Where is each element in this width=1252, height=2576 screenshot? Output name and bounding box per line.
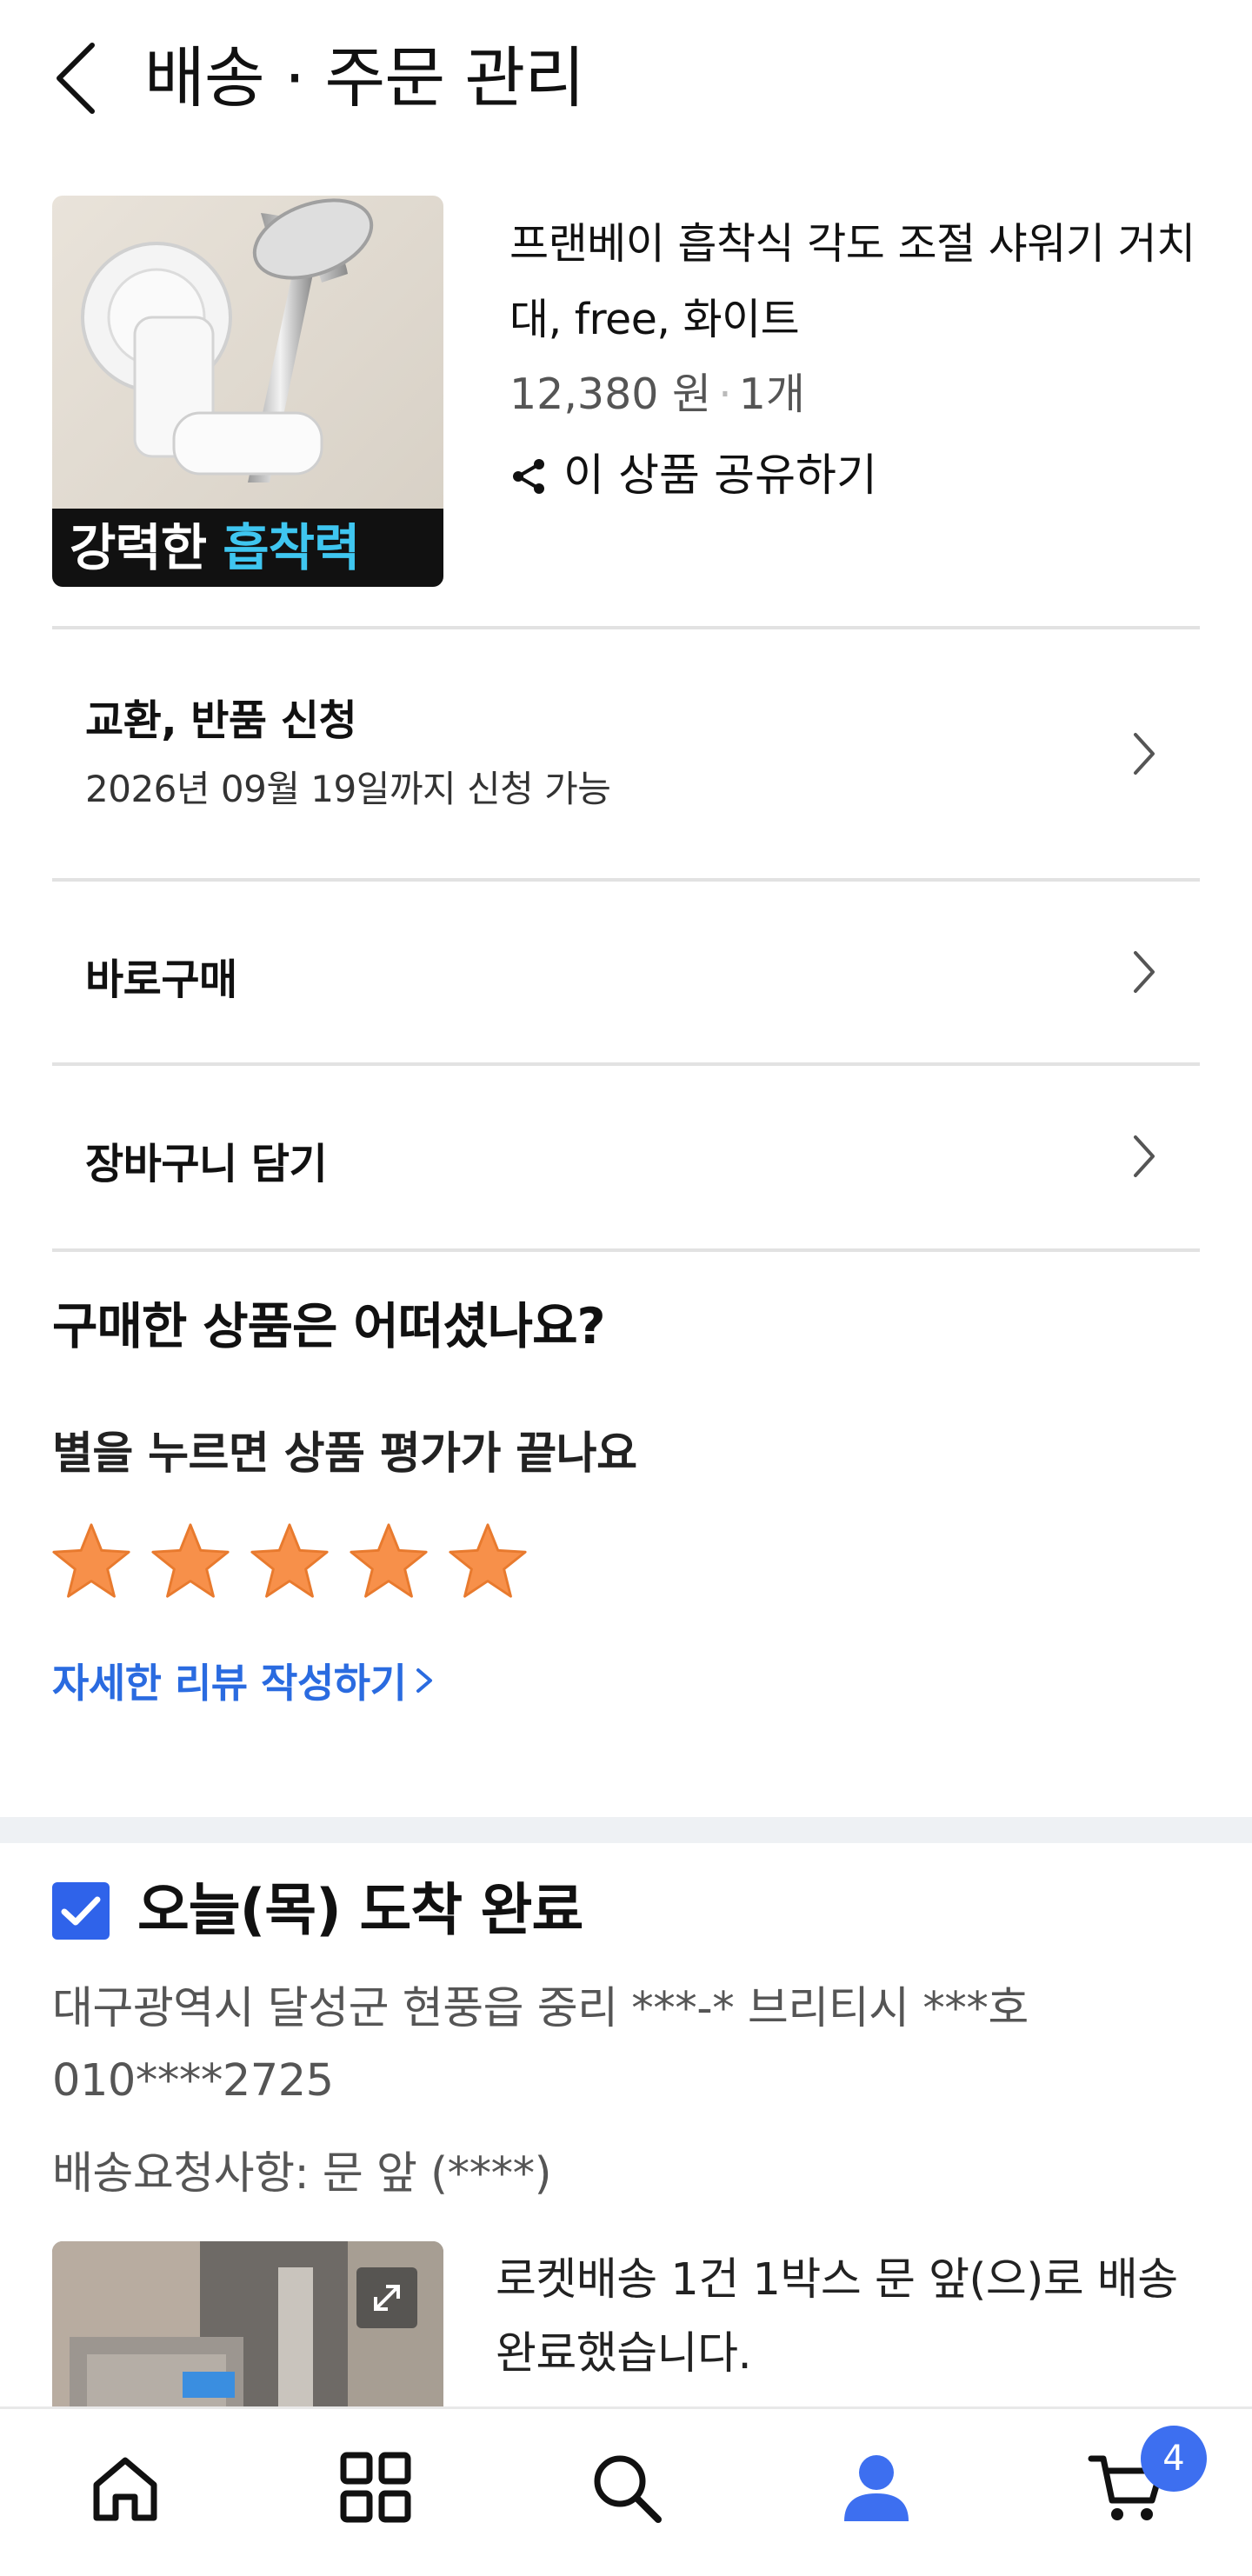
grid-icon [340,2452,411,2523]
star-button[interactable] [49,1520,134,1605]
image-caption-blue: 흡착력 [223,518,360,577]
tab-search[interactable] [583,2444,669,2531]
delivery-message: 로켓배송 1건 1박스 문 앞(으)로 배송 완료했습니다. [496,2254,1178,2380]
buy-now-label: 바로구매 [85,955,237,1004]
quantity-value: 1개 [738,369,805,419]
back-button[interactable] [45,37,106,120]
image-caption-white: 강력한 [70,518,207,577]
evaluation-title: 구매한 상품은 어떠셨나요? [52,1298,606,1355]
chevron-right-icon [1134,951,1155,993]
exchange-return-deadline: 2026년 09월 19일까지 신청 가능 [85,768,611,810]
delivery-address: 대구광역시 달성군 현풍읍 중리 ***-* 브리티시 ***호 [52,1983,1029,2034]
product-name[interactable]: 프랜베이 흡착식 각도 조절 샤워기 거치대, free, 화이트 [509,206,1205,357]
checkmark-icon [61,1896,101,1926]
tab-home[interactable] [82,2444,169,2531]
star-icon [151,1523,230,1598]
tab-categories[interactable] [332,2444,419,2531]
exchange-return-title: 교환, 반품 신청 [85,696,357,745]
product-price: 12,380 원 · 1개 [509,360,805,429]
buy-now-row[interactable]: 바로구매 [52,882,1200,1062]
delivery-photo[interactable] [52,2241,443,2415]
star-icon [250,1523,329,1598]
person-icon [844,2455,909,2521]
section-separator [0,1817,1252,1843]
delivery-phone: 010****2725 [52,2055,334,2107]
home-icon [93,2457,157,2521]
star-rating [49,1520,530,1605]
cart-count-badge: 4 [1141,2426,1207,2492]
chevron-right-icon [1134,1135,1155,1177]
expand-photo-button[interactable] [356,2267,417,2328]
chevron-left-icon [57,43,95,114]
star-icon [52,1523,130,1598]
header: 배송 · 주문 관리 [0,0,1252,156]
tab-my-account[interactable] [833,2444,920,2531]
delivery-checkbox[interactable] [52,1882,110,1940]
star-button[interactable] [445,1520,530,1605]
star-button[interactable] [148,1520,233,1605]
star-icon [350,1523,428,1598]
delivery-request: 배송요청사항: 문 앞 (****) [52,2148,551,2200]
page-title: 배송 · 주문 관리 [144,39,585,116]
delivery-status: 오늘(목) 도착 완료 [137,1878,583,1943]
star-button[interactable] [247,1520,332,1605]
write-review-link[interactable]: 자세한 리뷰 작성하기 [52,1652,437,1709]
write-review-label: 자세한 리뷰 작성하기 [52,1660,407,1707]
price-separator: · [718,369,732,419]
share-product-button[interactable]: 이 상품 공유하기 [509,442,877,511]
divider [52,1248,1200,1252]
chevron-right-icon [1134,733,1155,775]
star-button[interactable] [346,1520,431,1605]
product-image[interactable]: 강력한 흡착력 [52,196,443,587]
add-to-cart-row[interactable]: 장바구니 담기 [52,1066,1200,1248]
chevron-right-icon [416,1668,433,1693]
price-value: 12,380 원 [509,369,712,419]
expand-icon [374,2285,400,2311]
star-icon [449,1523,527,1598]
bottom-tab-bar [0,2406,1252,2576]
add-to-cart-label: 장바구니 담기 [85,1140,328,1188]
share-icon [513,459,544,494]
share-label: 이 상품 공유하기 [563,450,877,502]
exchange-return-row[interactable]: 교환, 반품 신청 2026년 09월 19일까지 신청 가능 [52,629,1200,878]
evaluation-subtitle: 별을 누르면 상품 평가가 끝나요 [52,1428,637,1480]
search-icon [594,2455,662,2523]
